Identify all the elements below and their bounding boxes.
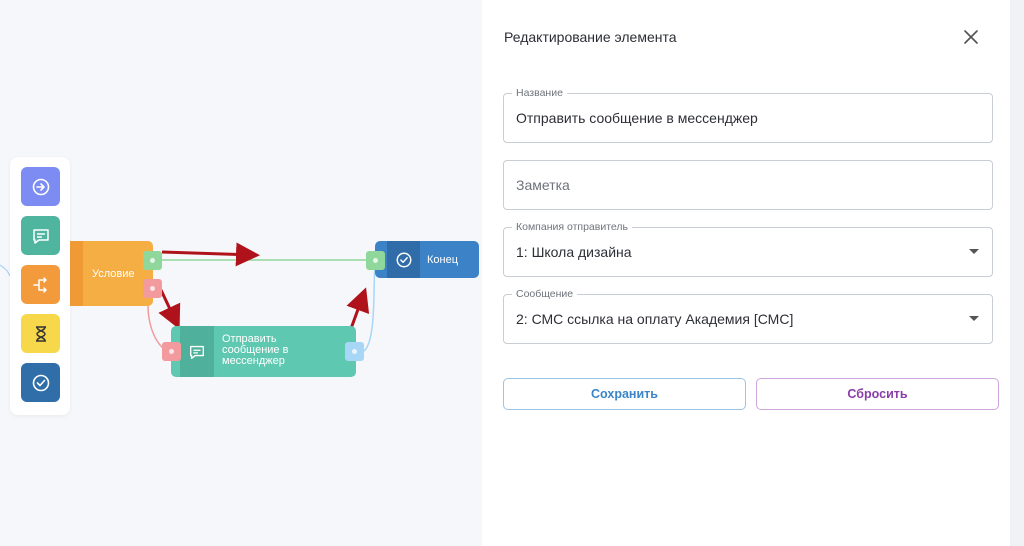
chevron-down-icon bbox=[969, 316, 979, 321]
annotation-arrow-2 bbox=[158, 289, 181, 330]
end-node-label: Конец bbox=[427, 254, 459, 266]
start-tool[interactable] bbox=[21, 167, 60, 206]
name-field-label: Название bbox=[512, 87, 567, 100]
node-toolbar bbox=[10, 157, 70, 415]
message-node-icon-box bbox=[180, 326, 214, 377]
name-field[interactable]: Название bbox=[503, 87, 993, 143]
check-circle-icon bbox=[32, 374, 49, 391]
name-input[interactable] bbox=[516, 110, 956, 126]
message-node-label: Отправить сообщение в мессенджер bbox=[222, 333, 289, 367]
company-select-label: Компания отправитель bbox=[512, 221, 632, 234]
reset-button[interactable]: Сбросить bbox=[756, 378, 999, 410]
message-icon bbox=[32, 228, 49, 244]
hourglass-icon bbox=[35, 325, 46, 342]
annotation-arrow-1 bbox=[161, 242, 260, 267]
message-output-port[interactable] bbox=[345, 342, 364, 361]
message-input-port[interactable] bbox=[162, 342, 181, 361]
condition-node[interactable]: Условие bbox=[70, 241, 153, 306]
condition-success-port[interactable] bbox=[143, 251, 162, 270]
save-button[interactable]: Сохранить bbox=[503, 378, 746, 410]
company-select-value: 1: Школа дизайна bbox=[516, 244, 632, 260]
message-select-label: Сообщение bbox=[512, 288, 578, 301]
company-select[interactable]: Компания отправитель 1: Школа дизайна bbox=[503, 221, 993, 277]
message-select-value: 2: СМС ссылка на оплату Академия [СМС] bbox=[516, 311, 794, 327]
delay-tool[interactable] bbox=[21, 314, 60, 353]
edit-element-panel: Редактирование элемента Название Компани… bbox=[482, 0, 1010, 546]
condition-node-stripe bbox=[70, 241, 83, 306]
right-edge-strip bbox=[1010, 0, 1024, 546]
message-tool[interactable] bbox=[21, 216, 60, 255]
check-circle-icon bbox=[396, 252, 411, 267]
message-icon bbox=[190, 345, 204, 359]
end-node-icon-box bbox=[387, 241, 420, 278]
note-input[interactable] bbox=[516, 177, 956, 193]
condition-node-label: Условие bbox=[92, 268, 135, 280]
end-input-port[interactable] bbox=[366, 251, 385, 270]
end-node[interactable]: Конец bbox=[375, 241, 479, 278]
panel-title: Редактирование элемента bbox=[504, 29, 677, 45]
edge-wire bbox=[0, 264, 11, 277]
chevron-down-icon bbox=[969, 249, 979, 254]
flow-canvas[interactable]: Условие Отправить сообщение в мессенджер… bbox=[0, 0, 482, 546]
close-button[interactable] bbox=[960, 26, 982, 48]
condition-tool[interactable] bbox=[21, 265, 60, 304]
end-tool[interactable] bbox=[21, 363, 60, 402]
close-icon bbox=[964, 30, 978, 44]
message-select[interactable]: Сообщение 2: СМС ссылка на оплату Академ… bbox=[503, 288, 993, 344]
branch-icon bbox=[32, 276, 47, 293]
message-node[interactable]: Отправить сообщение в мессенджер bbox=[171, 326, 356, 377]
arrow-circle-right-icon bbox=[32, 178, 49, 195]
note-field[interactable] bbox=[503, 160, 993, 210]
condition-fail-port[interactable] bbox=[143, 279, 162, 298]
